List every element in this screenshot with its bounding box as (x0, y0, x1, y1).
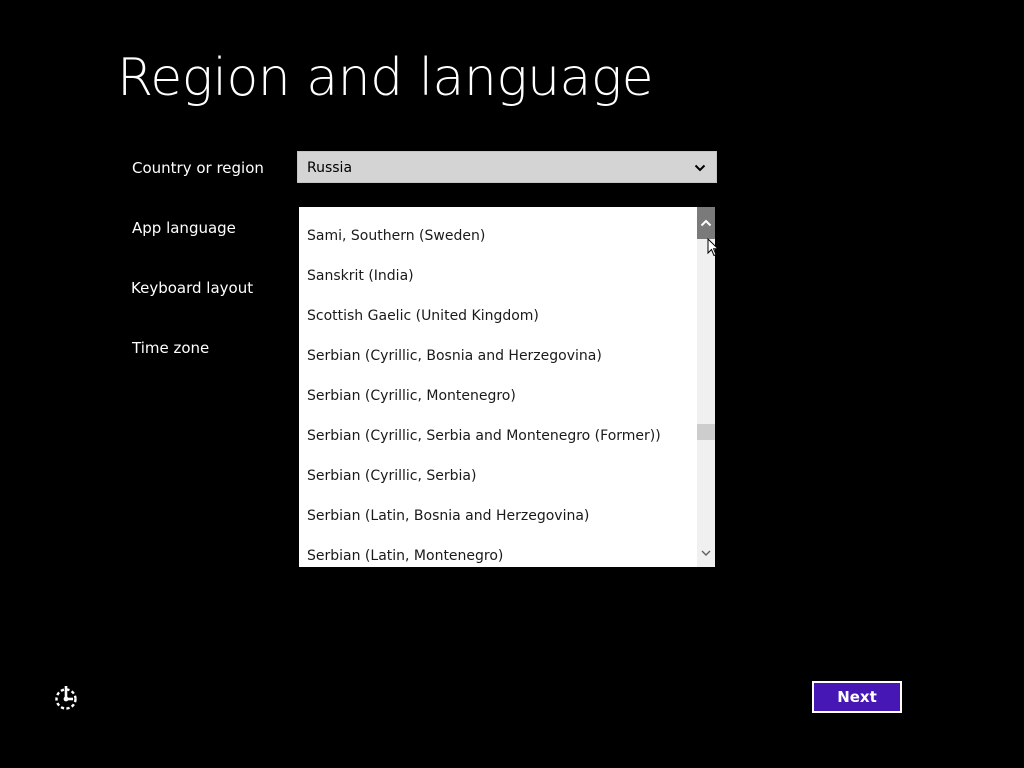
language-option[interactable]: Serbian (Cyrillic, Serbia) (299, 456, 697, 496)
country-region-value: Russia (307, 160, 353, 176)
ease-of-access-icon[interactable] (52, 684, 80, 712)
scroll-down-button[interactable] (697, 535, 715, 567)
language-option[interactable]: Serbian (Cyrillic, Bosnia and Herzegovin… (299, 336, 697, 376)
country-region-select[interactable]: Russia (297, 151, 717, 183)
app-language-options: Sami, Southern (Sweden) Sanskrit (India) S… (299, 216, 697, 567)
language-option[interactable]: Serbian (Latin, Bosnia and Herzegovina) (299, 496, 697, 536)
language-option[interactable]: Serbian (Cyrillic, Serbia and Montenegro… (299, 416, 697, 456)
next-button[interactable]: Next (812, 681, 902, 713)
chevron-down-icon (694, 164, 706, 172)
language-option[interactable]: Scottish Gaelic (United Kingdom) (299, 296, 697, 336)
scrollbar[interactable] (697, 207, 715, 567)
chevron-down-icon (701, 550, 711, 556)
mouse-pointer-icon (707, 238, 719, 257)
time-zone-label: Time zone (132, 339, 210, 357)
language-option[interactable]: Serbian (Cyrillic, Montenegro) (299, 376, 697, 416)
app-language-dropdown-list[interactable]: Sami, Southern (Sweden) Sanskrit (India) S… (299, 207, 715, 567)
language-option[interactable]: Sami, Southern (Sweden) (299, 216, 697, 256)
country-region-label: Country or region (132, 159, 264, 177)
language-option[interactable]: Serbian (Latin, Montenegro) (299, 536, 697, 567)
scroll-up-button[interactable] (697, 207, 715, 239)
chevron-up-icon (700, 219, 712, 227)
page-title: Region and language (117, 48, 654, 108)
language-option[interactable]: Sanskrit (India) (299, 256, 697, 296)
app-language-label: App language (132, 219, 236, 237)
scroll-thumb[interactable] (697, 424, 715, 440)
keyboard-layout-label: Keyboard layout (131, 279, 254, 297)
